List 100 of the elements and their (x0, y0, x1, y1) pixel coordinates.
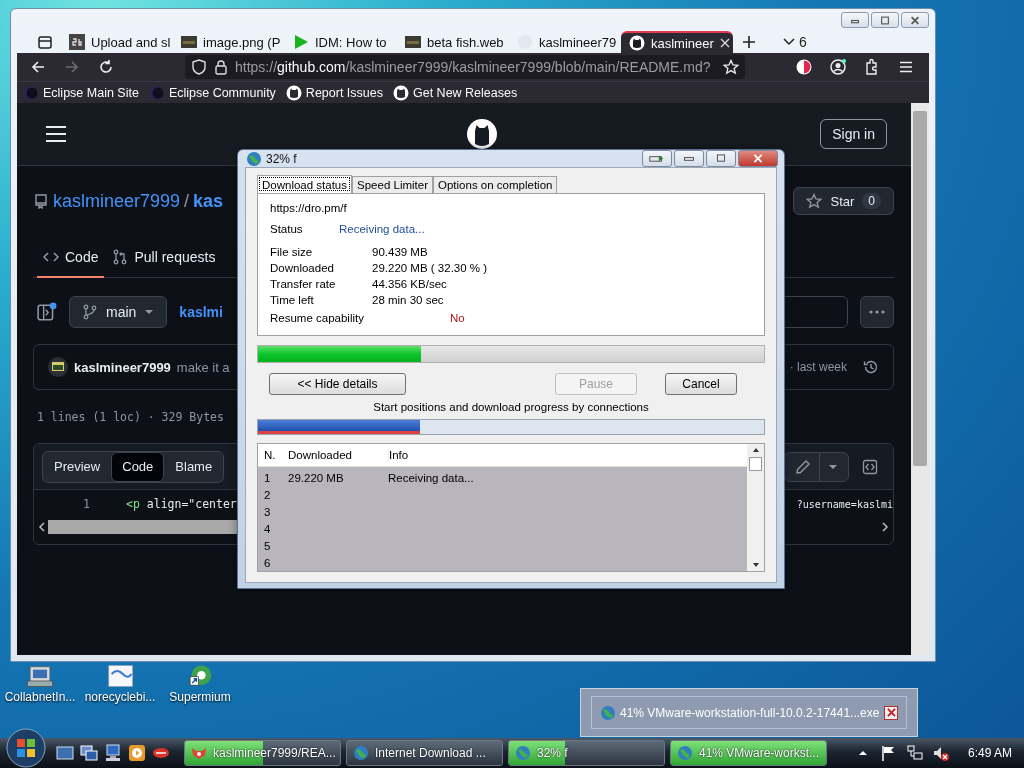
eclipse-icon (148, 84, 165, 101)
field-label: Resume capability (270, 312, 365, 324)
image-icon (405, 34, 421, 50)
commit-author[interactable]: kaslmineer7999 (74, 359, 171, 375)
close-button[interactable] (884, 705, 898, 720)
dialog-button[interactable]: Cancel (665, 373, 737, 395)
star-icon (806, 193, 823, 209)
scrollbar[interactable] (747, 444, 764, 571)
bookmark-link[interactable]: Eclipse Community (148, 84, 276, 101)
reload-icon (98, 59, 114, 75)
taskbar-button[interactable]: 32% f (508, 740, 665, 766)
account-icon[interactable] (829, 58, 847, 76)
cat-logo-icon[interactable] (466, 118, 499, 150)
desktop-icon-label[interactable]: norecyclebi... (84, 690, 156, 704)
pull-request-icon (112, 248, 129, 265)
switch-windows-icon[interactable] (80, 744, 98, 762)
column-header[interactable]: N. (258, 449, 288, 461)
show-desktop-icon[interactable] (56, 744, 74, 762)
history-icon[interactable] (863, 359, 879, 375)
media-player-icon[interactable] (128, 744, 146, 762)
eclipse-icon (23, 84, 39, 101)
taskbar-button[interactable]: Internet Download ... (346, 740, 503, 766)
start-button[interactable] (6, 728, 46, 768)
avatar-icon (48, 357, 68, 377)
bookmark-link[interactable]: Eclipse Main Site (23, 84, 139, 101)
star-button[interactable]: Star 0 (793, 187, 894, 215)
code-text: <p align="center (126, 497, 237, 511)
scrollbar-thumb[interactable] (913, 111, 927, 466)
sign-in-button[interactable]: Sign in (820, 119, 887, 149)
dialog-button[interactable]: << Hide details (269, 373, 406, 395)
maximize-button[interactable] (871, 12, 899, 28)
scroll-right-icon[interactable] (881, 522, 889, 532)
address-bar[interactable]: https://github.com/kaslmineer7999/kaslmineer7999/blob/main/README.md? (185, 55, 745, 79)
star-count: 0 (862, 193, 881, 209)
minimize-button[interactable] (674, 150, 704, 167)
table-cell-text: 3 (263, 505, 272, 518)
star-icon[interactable] (723, 59, 739, 75)
field-label: Time left (270, 294, 315, 306)
scrollbar[interactable] (911, 103, 929, 655)
scroll-down-icon[interactable] (750, 561, 761, 569)
symbols-icon (862, 458, 878, 475)
repo-name-link[interactable]: kas (193, 190, 224, 212)
dialog-tab[interactable]: Speed Limiter (352, 176, 433, 193)
close-button[interactable] (738, 150, 778, 167)
view-mode-tab[interactable]: Blame (164, 451, 224, 482)
table-cell-text: 29.220 MB (288, 471, 345, 484)
repo-tab[interactable]: Pull requests (106, 237, 222, 278)
sidebar-icon[interactable] (37, 302, 57, 322)
tab-list-button[interactable]: 6 (775, 31, 815, 53)
tray-arrow-icon (648, 154, 666, 163)
bookmark-link[interactable]: Report Issues (285, 84, 383, 101)
maximize-icon (878, 15, 892, 25)
more-options-button[interactable] (860, 296, 894, 328)
connections-caption: Start positions and download progress by connections (372, 401, 650, 415)
view-mode-tab[interactable]: Code (111, 451, 165, 482)
globe-icon (515, 745, 531, 761)
forward-arrow-icon (64, 59, 80, 75)
desktop-icon-label[interactable]: CollabnetIn... (4, 690, 76, 704)
column-header[interactable]: Info (389, 449, 409, 461)
desktop-icon-label[interactable]: Supermium (169, 690, 231, 704)
commit-message[interactable]: make it a (176, 359, 230, 375)
browser-tab[interactable]: kaslmineer79 (509, 31, 621, 53)
close-tab-icon[interactable] (719, 38, 730, 48)
plus-icon (741, 34, 757, 50)
scroll-up-icon[interactable] (750, 446, 761, 454)
repo-owner-link[interactable]: kaslmineer7999 (53, 190, 181, 212)
field-label: Downloaded (270, 262, 335, 274)
table-cell-text: 1 (263, 471, 272, 484)
container-icon[interactable] (795, 58, 813, 76)
field-label: Transfer rate (270, 278, 337, 290)
bookmark-link[interactable]: Get New Releases (393, 84, 518, 101)
browser-tab[interactable]: IDM: How to (285, 31, 397, 53)
window-title: 32% f (266, 151, 297, 166)
minimize-to-tray-button[interactable] (642, 150, 672, 167)
branch-icon (82, 304, 98, 320)
image-icon (181, 34, 197, 50)
maximize-button[interactable] (706, 150, 736, 167)
browser-tab[interactable]: kaslmineer (621, 31, 733, 53)
globe-icon (353, 745, 369, 761)
close-button[interactable] (901, 12, 929, 28)
file-info: 1 lines (1 loc) · 329 Bytes (36, 410, 225, 424)
browser-tab[interactable]: Upload and sl (61, 31, 173, 53)
network-icon[interactable] (905, 744, 924, 762)
browser-tab[interactable]: beta fish.web (397, 31, 509, 53)
dialog-tab[interactable]: Download status (257, 175, 353, 193)
scrollbar-thumb[interactable] (749, 457, 762, 471)
browser-tab[interactable]: image.png (P (173, 31, 285, 53)
scroll-left-icon[interactable] (38, 522, 46, 532)
repo-tab[interactable]: Code (37, 237, 105, 278)
branch-selector[interactable]: main (69, 296, 168, 328)
edit-button[interactable] (784, 451, 849, 482)
minimize-button[interactable] (841, 12, 869, 28)
column-header[interactable]: Downloaded (288, 449, 389, 461)
file-path-link[interactable]: kaslmi (179, 304, 223, 320)
download-url: https://dro.pm/f (270, 202, 348, 216)
view-mode-tab[interactable]: Preview (43, 451, 112, 482)
computer-icon[interactable] (104, 744, 122, 762)
show-hidden-icons-icon[interactable] (857, 750, 868, 756)
dialog-tab[interactable]: Options on completion (433, 176, 558, 193)
clock[interactable]: 6:49 AM (967, 746, 1012, 760)
